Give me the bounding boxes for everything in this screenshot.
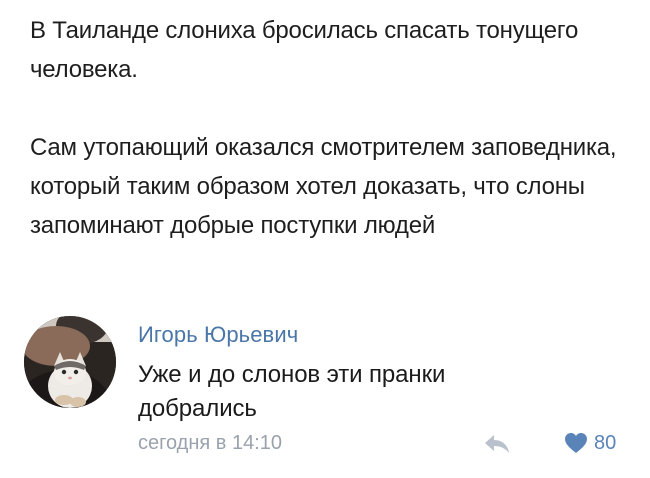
post-paragraph-2: Сам утопающий оказался смотрителем запов… (30, 134, 617, 239)
post-body: В Таиланде слониха бросилась спасать тон… (30, 11, 630, 245)
comment-text: Уже и до слонов эти пранки добрались (138, 361, 446, 422)
heart-icon (565, 433, 587, 453)
post-paragraph-1: В Таиланде слониха бросилась спасать тон… (30, 17, 579, 83)
comment: Игорь Юрьевич Уже и до слонов эти пранки… (24, 316, 634, 466)
like-count: 80 (594, 432, 617, 454)
like-button[interactable]: 80 (564, 429, 616, 457)
reply-icon[interactable] (484, 433, 510, 455)
comment-timestamp[interactable]: сегодня в 14:10 (138, 429, 282, 457)
comment-author[interactable]: Игорь Юрьевич (138, 318, 298, 352)
avatar[interactable] (24, 316, 116, 408)
cat-avatar-icon (24, 316, 116, 408)
